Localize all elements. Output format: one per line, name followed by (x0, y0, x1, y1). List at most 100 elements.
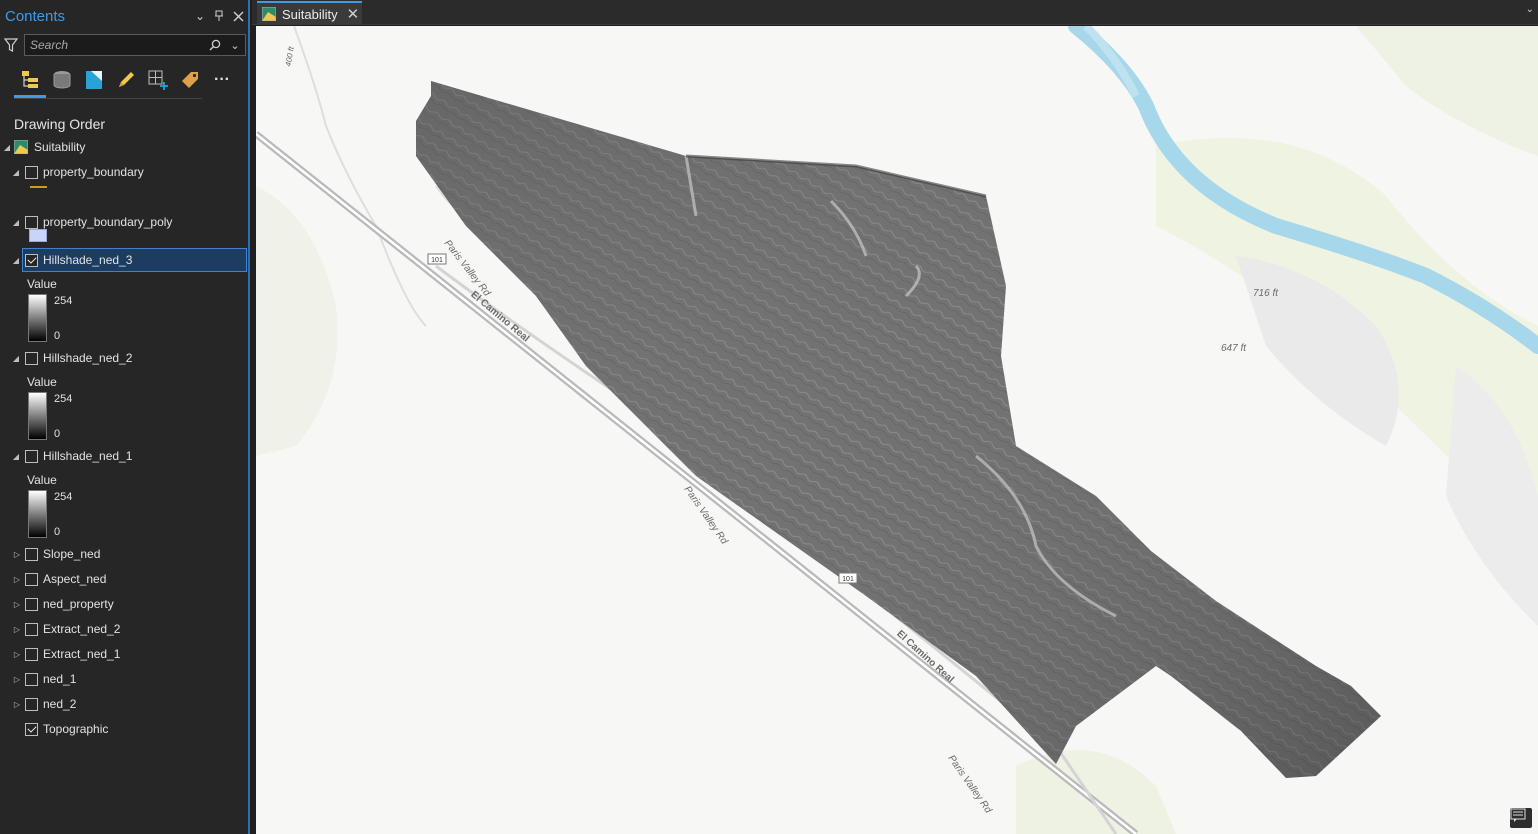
layer-visibility-checkbox[interactable] (25, 597, 38, 611)
collapse-arrow-icon[interactable]: ◢ (11, 217, 21, 227)
toolbar-divider (14, 98, 202, 99)
legend-low-value: 0 (54, 526, 61, 538)
shield-text: 101 (842, 576, 854, 583)
search-input[interactable] (30, 38, 205, 52)
filter-icon[interactable] (3, 37, 19, 53)
layer-visibility-checkbox[interactable] (25, 449, 38, 463)
map-canvas: 101 101 (256, 26, 1538, 834)
collapse-arrow-icon[interactable]: ◢ (2, 142, 12, 152)
list-by-selection-icon[interactable] (78, 64, 110, 96)
more-icon[interactable]: ··· (206, 64, 238, 96)
highway-shield: 101 (427, 253, 447, 265)
layer-row[interactable]: ◢ property_boundary (0, 161, 247, 183)
color-ramp[interactable] (28, 392, 47, 440)
highway-shield: 101 (838, 572, 858, 584)
vegetation-area (1356, 26, 1538, 156)
layer-visibility-checkbox[interactable] (25, 622, 38, 636)
polygon-symbol[interactable] (29, 229, 47, 242)
color-ramp[interactable] (28, 490, 47, 538)
shield-text: 101 (431, 257, 443, 264)
layer-row[interactable]: ▷ ned_property (0, 593, 247, 615)
map-icon (261, 6, 277, 22)
layer-name: property_boundary (43, 165, 144, 179)
layer-visibility-checkbox[interactable] (25, 647, 38, 661)
layer-visibility-checkbox[interactable] (25, 165, 38, 179)
tab-list-dropdown-icon[interactable]: ⌄ (1526, 4, 1534, 15)
color-ramp[interactable] (28, 294, 47, 342)
search-icon[interactable] (205, 35, 225, 55)
elevation-label: 647 ft (1221, 343, 1247, 354)
vegetation-area (256, 186, 338, 456)
basemap-row[interactable]: Topographic (0, 718, 247, 740)
layer-name: ned_1 (43, 672, 77, 686)
layer-name: Topographic (43, 722, 109, 736)
layer-visibility-checkbox[interactable] (25, 351, 38, 365)
close-tab-icon[interactable]: ✕ (347, 5, 360, 23)
layer-row[interactable]: ▷ ned_1 (0, 668, 247, 690)
search-row: ⌄ (0, 32, 248, 58)
layer-visibility-checkbox[interactable] (25, 215, 38, 229)
expand-arrow-icon[interactable]: ▷ (12, 574, 22, 584)
list-by-data-source-icon[interactable] (46, 64, 78, 96)
layer-row-selected[interactable]: ◢ Hillshade_ned_3 (0, 249, 247, 271)
layer-name: Slope_ned (43, 547, 101, 561)
layer-row[interactable]: ▷ Slope_ned (0, 543, 247, 565)
layer-name: ned_property (43, 597, 114, 611)
expand-arrow-icon[interactable]: ▷ (12, 649, 22, 659)
pane-options-dropdown-icon[interactable]: ⌄ (191, 7, 209, 25)
layer-visibility-checkbox[interactable] (25, 253, 38, 267)
list-by-labeling-icon[interactable] (174, 64, 206, 96)
tab-label: Suitability (282, 6, 338, 22)
layer-name: Hillshade_ned_3 (43, 253, 133, 267)
close-pane-icon[interactable] (229, 7, 247, 25)
collapse-arrow-icon[interactable]: ◢ (11, 353, 21, 363)
collapse-arrow-icon[interactable]: ◢ (11, 255, 21, 265)
map-view[interactable]: 101 101 Paris Valley Rd El Camino Real P… (256, 26, 1538, 834)
legend-title: Value (27, 375, 57, 389)
list-by-drawing-order-icon[interactable] (14, 64, 46, 96)
expand-arrow-icon[interactable]: ▷ (12, 674, 22, 684)
layer-name: Extract_ned_2 (43, 622, 121, 636)
layer-visibility-checkbox[interactable] (25, 722, 38, 736)
layer-name: ned_2 (43, 697, 77, 711)
line-symbol[interactable] (30, 186, 47, 188)
collapse-arrow-icon[interactable]: ◢ (11, 167, 21, 177)
layer-row[interactable]: ▷ Extract_ned_1 (0, 643, 247, 665)
expand-arrow-icon[interactable]: ▷ (12, 599, 22, 609)
search-box: ⌄ (24, 34, 246, 56)
legend-title: Value (27, 473, 57, 487)
legend-high-value: 254 (54, 393, 73, 405)
layer-row[interactable]: ▷ ned_2 (0, 693, 247, 715)
pin-icon[interactable] (210, 7, 228, 25)
expand-arrow-icon[interactable]: ▷ (12, 624, 22, 634)
legend-low-value: 0 (54, 330, 61, 342)
contents-header: Contents ⌄ (0, 0, 248, 32)
layer-visibility-checkbox[interactable] (25, 672, 38, 686)
expand-arrow-icon[interactable]: ▷ (12, 699, 22, 709)
map-name: Suitability (34, 140, 86, 154)
elevation-label: 716 ft (1253, 288, 1279, 299)
layer-visibility-checkbox[interactable] (25, 572, 38, 586)
collapse-arrow-icon[interactable]: ◢ (11, 451, 21, 461)
vegetation-area (1016, 750, 1176, 834)
attribution-icon[interactable] (1510, 808, 1532, 828)
layer-name: property_boundary_poly (43, 215, 173, 229)
expand-arrow-icon[interactable]: ▷ (12, 549, 22, 559)
map-icon (13, 139, 29, 155)
layer-name: Aspect_ned (43, 572, 107, 586)
layer-name: Hillshade_ned_2 (43, 351, 133, 365)
contents-toolbar: ··· (0, 58, 248, 102)
layer-visibility-checkbox[interactable] (25, 697, 38, 711)
search-options-chevron-icon[interactable]: ⌄ (225, 35, 245, 55)
layer-row[interactable]: ◢ Hillshade_ned_2 (0, 347, 247, 369)
list-by-editing-icon[interactable] (110, 64, 142, 96)
layer-row[interactable]: ◢ Hillshade_ned_1 (0, 445, 247, 467)
map-node[interactable]: ◢ Suitability (0, 136, 247, 158)
layer-visibility-checkbox[interactable] (25, 547, 38, 561)
tab-suitability[interactable]: Suitability ✕ (257, 1, 362, 25)
river (1083, 26, 1140, 98)
layer-row[interactable]: ▷ Extract_ned_2 (0, 618, 247, 640)
list-by-snapping-icon[interactable] (142, 64, 174, 96)
layer-name: Hillshade_ned_1 (43, 449, 133, 463)
layer-row[interactable]: ▷ Aspect_ned (0, 568, 247, 590)
